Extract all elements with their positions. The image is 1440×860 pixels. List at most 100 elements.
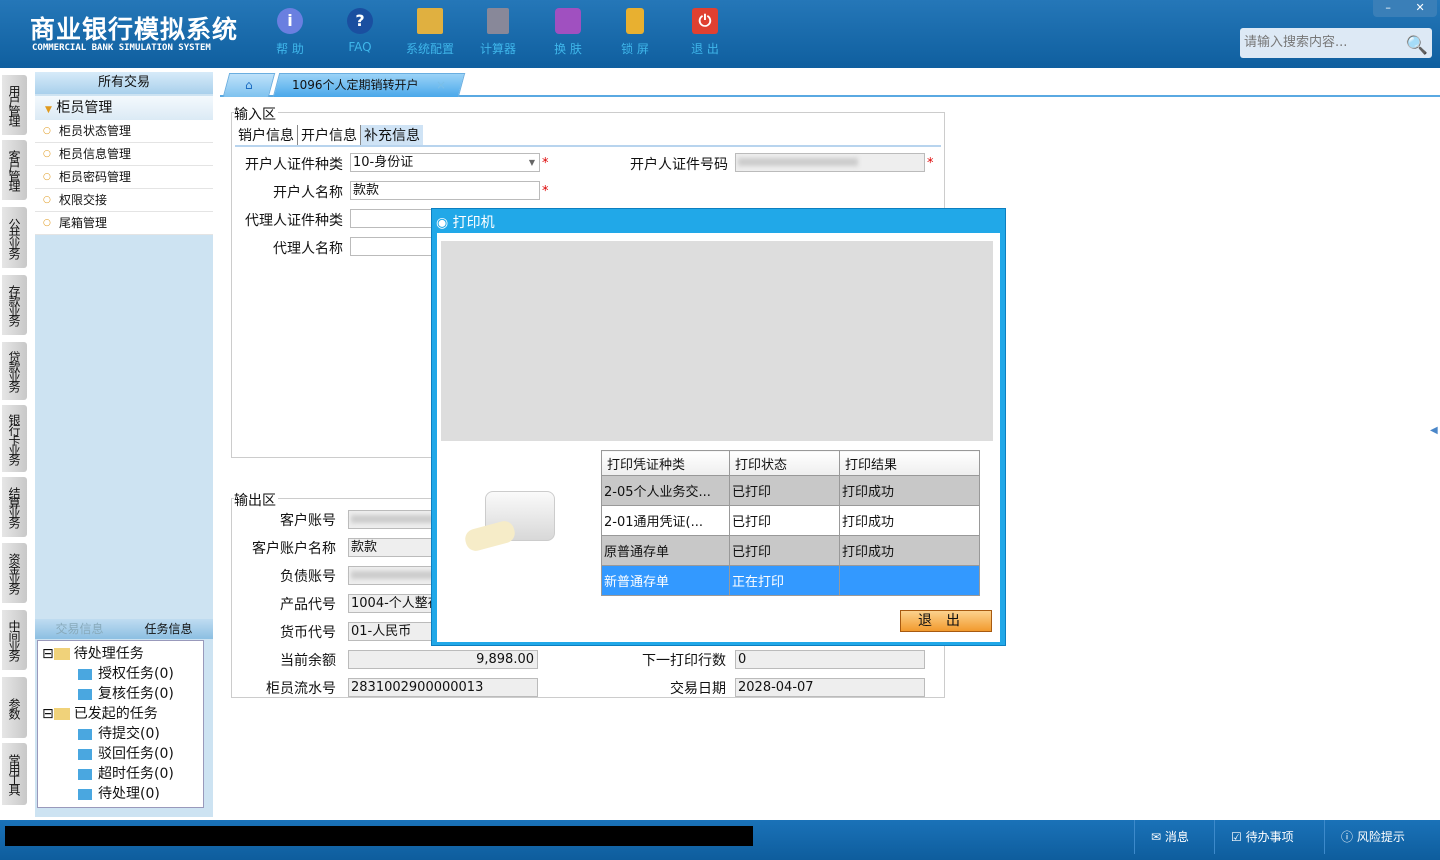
vtab-settlement[interactable]: 结算业务 (2, 477, 27, 537)
lock-button[interactable]: 锁 屏 (605, 8, 665, 57)
table-row-selected[interactable]: 新普通存单 正在打印 (601, 565, 980, 596)
tree-leaf[interactable]: 复核任务(0) (78, 683, 174, 703)
skin-button[interactable]: 换 肤 (538, 8, 598, 57)
vtab-user-mgmt[interactable]: 用户管理 (2, 75, 27, 135)
tab-transaction-info[interactable]: 交易信息 (35, 619, 124, 639)
help-button[interactable]: i帮 助 (260, 8, 320, 57)
subtab-open-info[interactable]: 开户信息 (298, 125, 361, 145)
calculator-icon (487, 8, 509, 34)
table-row[interactable]: 2-01通用凭证(... 已打印 打印成功 (601, 505, 980, 536)
shirt-icon (555, 8, 581, 34)
exit-button[interactable]: ⏻ 退 出 (675, 8, 735, 57)
printer-dialog: ◉ 打印机 打印凭证种类 打印状态 打印结果 2-05个人业务交... 已打印 打印成功… (431, 208, 1006, 646)
vtab-loan[interactable]: 贷款业务 (2, 342, 27, 400)
hand-illustration (463, 518, 517, 554)
minimize-button[interactable]: – (1385, 0, 1391, 17)
vtab-tools[interactable]: 常用工具 (2, 743, 27, 805)
app-header: 商业银行模拟系统 COMMERCIAL BANK SIMULATION SYST… (0, 0, 1440, 68)
dropdown-arrow-icon: ▼ (528, 158, 535, 167)
folder-icon (78, 768, 92, 780)
tab-task-info[interactable]: 任务信息 (124, 619, 213, 639)
next-line-label: 下一打印行数 (642, 653, 726, 669)
power-icon: ⏻ (692, 8, 718, 34)
menu-item[interactable]: 柜员状态管理 (35, 120, 213, 143)
acct-label: 客户账号 (280, 513, 336, 529)
messages-button[interactable]: ✉ 消息 (1134, 820, 1214, 854)
app-title: 商业银行模拟系统 (30, 15, 239, 44)
folder-icon (53, 708, 70, 720)
table-row[interactable]: 2-05个人业务交... 已打印 打印成功 (601, 475, 980, 506)
input-subtabs: 销户信息 开户信息 补充信息 (235, 125, 941, 147)
menu-item[interactable]: 柜员密码管理 (35, 166, 213, 189)
serial-field[interactable]: 2831002900000013 (348, 678, 538, 697)
vtab-deposit[interactable]: 存款业务 (2, 275, 27, 335)
input-area-legend: 输入区 (234, 104, 278, 124)
teller-mgmt-group[interactable]: ▼ 柜员管理 (35, 96, 213, 120)
search-icon[interactable]: 🔍 (1406, 31, 1428, 61)
info-tabs: 交易信息 任务信息 (35, 619, 213, 639)
window-controls: – ✕ (1373, 0, 1437, 17)
id-number-field[interactable] (735, 153, 925, 172)
dialog-title: ◉ 打印机 (436, 215, 495, 231)
faq-button[interactable]: ? FAQ (330, 8, 390, 54)
vtab-fund[interactable]: 资金业务 (2, 543, 27, 603)
question-icon: ? (347, 8, 373, 34)
search-input[interactable]: 请输入搜索内容... 🔍 (1240, 28, 1432, 58)
app-subtitle: COMMERCIAL BANK SIMULATION SYSTEM (32, 43, 211, 53)
tree-leaf[interactable]: 超时任务(0) (78, 763, 174, 783)
tree-node-pending[interactable]: ⊟ 待处理任务 (42, 643, 144, 663)
menu-item[interactable]: 尾箱管理 (35, 212, 213, 235)
menu-item[interactable]: 柜员信息管理 (35, 143, 213, 166)
settings-button[interactable]: 系统配置 (400, 8, 460, 57)
tab-home[interactable]: ⌂ (222, 73, 276, 97)
menu-item[interactable]: 权限交接 (35, 189, 213, 212)
product-label: 产品代号 (280, 597, 336, 613)
all-transactions-header[interactable]: 所有交易 (35, 72, 213, 94)
caret-down-icon: ▼ (45, 105, 52, 115)
vtab-customer-mgmt[interactable]: 客户管理 (2, 140, 27, 200)
required-mark: * (542, 156, 549, 171)
todo-button[interactable]: ☑ 待办事项 (1214, 820, 1324, 854)
currency-label: 货币代号 (280, 625, 336, 641)
tree-leaf[interactable]: 授权任务(0) (78, 663, 174, 683)
print-status-table: 打印凭证种类 打印状态 打印结果 2-05个人业务交... 已打印 打印成功 2-01通… (601, 450, 980, 596)
risk-alert-button[interactable]: ⓘ 风险提示 (1324, 820, 1440, 854)
tree-leaf[interactable]: 待提交(0) (78, 723, 160, 743)
id-type-select[interactable]: 10-身份证 ▼ (350, 153, 540, 172)
folder-icon (78, 728, 92, 740)
agent-id-type-label: 代理人证件种类 (245, 213, 343, 229)
tab-1096[interactable]: 1096个人定期销转开户 × (272, 73, 466, 97)
date-field[interactable]: 2028-04-07 (735, 678, 925, 697)
vtab-params[interactable]: 参数 (2, 677, 27, 738)
subtab-close-info[interactable]: 销户信息 (235, 125, 298, 145)
speech-bubble-icon: ⓘ (1341, 830, 1354, 844)
vtab-card[interactable]: 银行卡业务 (2, 405, 27, 472)
toolbox-icon (417, 8, 443, 34)
lock-icon (626, 8, 644, 34)
tab-close-icon[interactable]: × (436, 74, 446, 96)
agent-name-label: 代理人名称 (273, 241, 343, 257)
vtab-intermediary[interactable]: 中间业务 (2, 610, 27, 670)
table-row[interactable]: 原普通存单 已打印 打印成功 (601, 535, 980, 566)
output-area-legend: 输出区 (234, 490, 278, 510)
status-bar: ✉ 消息 ☑ 待办事项 ⓘ 风险提示 (0, 820, 1440, 860)
folder-icon (78, 748, 92, 760)
calculator-button[interactable]: 计算器 (468, 8, 528, 57)
next-line-field[interactable]: 0 (735, 650, 925, 669)
task-tree: ⊟ 待处理任务 授权任务(0) 复核任务(0) ⊟ 已发起的任务 待提交(0) 驳回… (37, 640, 204, 808)
subtab-supplement-info[interactable]: 补充信息 (361, 125, 423, 145)
tree-node-initiated[interactable]: ⊟ 已发起的任务 (42, 703, 158, 723)
mail-icon: ✉ (1151, 830, 1162, 844)
tree-leaf[interactable]: 待处理(0) (78, 783, 160, 803)
folder-icon (78, 788, 92, 800)
serial-label: 柜员流水号 (266, 681, 336, 697)
vtab-public[interactable]: 公共业务 (2, 207, 27, 268)
collapse-right-icon[interactable]: ◀ (1430, 425, 1438, 436)
name-field[interactable]: 款款 (350, 181, 540, 200)
exit-dialog-button[interactable]: 退出 (900, 610, 992, 632)
close-button[interactable]: ✕ (1415, 0, 1424, 17)
printer-app-icon: ◉ (436, 215, 449, 231)
tree-leaf[interactable]: 驳回任务(0) (78, 743, 174, 763)
balance-field[interactable]: 9,898.00 (348, 650, 538, 669)
required-mark: * (542, 184, 549, 199)
